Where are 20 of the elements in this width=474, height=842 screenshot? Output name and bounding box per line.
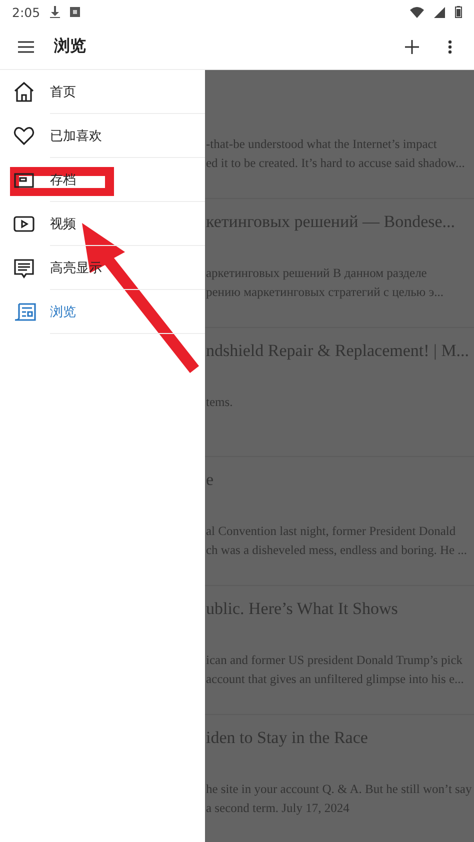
drawer-item[interactable]: 浏览 — [50, 303, 76, 321]
heart-icon — [13, 125, 35, 147]
page-title: 浏览 — [54, 36, 87, 57]
notification-icon — [70, 7, 80, 17]
note-icon — [13, 257, 35, 279]
drawer-item[interactable]: 首页 — [50, 83, 76, 101]
download-icon — [50, 6, 60, 18]
drawer-item[interactable]: 存档 — [50, 171, 76, 189]
plus-icon — [405, 40, 419, 54]
battery-icon — [455, 6, 462, 18]
more-icon — [448, 40, 452, 54]
menu-icon — [18, 40, 34, 52]
newspaper-icon — [13, 301, 37, 323]
drawer-item[interactable]: 视频 — [50, 215, 76, 233]
clock: 2:05 — [12, 4, 40, 20]
video-icon — [13, 213, 35, 235]
drawer-item[interactable]: 已加喜欢 — [50, 127, 102, 145]
wifi-icon — [410, 6, 424, 18]
signal-icon — [434, 6, 445, 18]
home-icon — [13, 81, 35, 103]
